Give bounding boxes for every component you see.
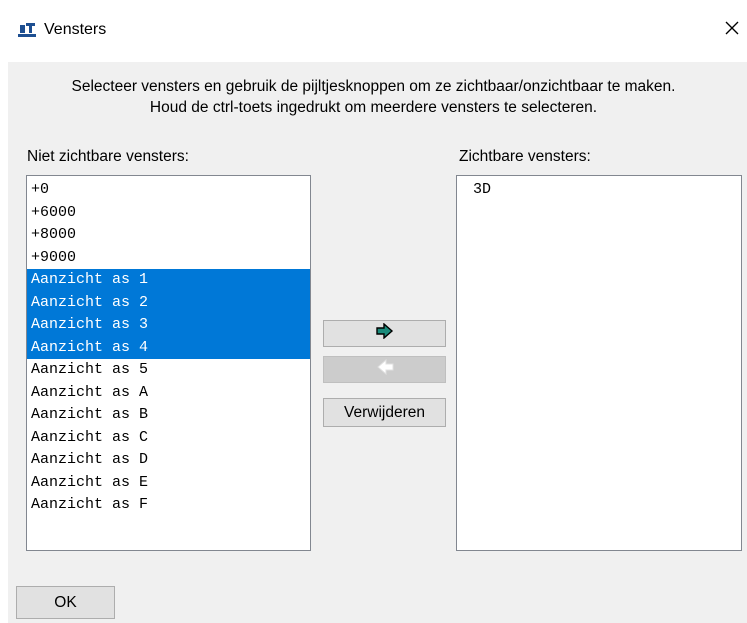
hidden-window-item[interactable]: Aanzicht as C [27, 427, 310, 450]
hidden-window-item[interactable]: +0 [27, 179, 310, 202]
instructions-line-1: Selecteer vensters en gebruik de pijltje… [71, 78, 676, 95]
window-title: Vensters [44, 21, 107, 38]
move-right-button[interactable] [323, 320, 446, 347]
hidden-window-item[interactable]: +9000 [27, 247, 310, 270]
hidden-window-item[interactable]: Aanzicht as 5 [27, 359, 310, 382]
hidden-window-item[interactable]: Aanzicht as B [27, 404, 310, 427]
hidden-window-item[interactable]: Aanzicht as D [27, 449, 310, 472]
visible-windows-label: Zichtbare vensters: [459, 148, 591, 165]
hidden-window-item[interactable]: Aanzicht as 1 [27, 269, 310, 292]
app-icon [18, 23, 36, 37]
hidden-window-item[interactable]: Aanzicht as F [27, 494, 310, 517]
instructions: Selecteer vensters en gebruik de pijltje… [8, 76, 739, 118]
hidden-window-item[interactable]: Aanzicht as E [27, 472, 310, 495]
visible-window-item[interactable]: 3D [457, 179, 741, 202]
hidden-windows-list[interactable]: +0 +6000 +8000 +9000 Aanzicht as 1 Aanzicht a… [26, 175, 311, 551]
hidden-window-item[interactable]: Aanzicht as 2 [27, 291, 310, 314]
hidden-window-item[interactable]: Aanzicht as 4 [27, 336, 310, 359]
visible-windows-list[interactable]: 3D [456, 175, 742, 551]
title-bar: Vensters [0, 0, 747, 62]
hidden-window-item[interactable]: Aanzicht as 3 [27, 314, 310, 337]
remove-button[interactable]: Verwijderen [323, 398, 446, 427]
dialog-body: Selecteer vensters en gebruik de pijltje… [8, 62, 747, 623]
hidden-windows-label: Niet zichtbare vensters: [27, 148, 189, 165]
arrow-right-icon [375, 322, 394, 344]
close-button[interactable] [717, 10, 747, 50]
hidden-window-item[interactable]: Aanzicht as A [27, 382, 310, 405]
close-icon [725, 21, 739, 39]
move-left-button[interactable] [323, 356, 446, 383]
instructions-line-2: Houd de ctrl-toets ingedrukt om meerdere… [149, 99, 598, 116]
arrow-left-icon [376, 358, 394, 380]
ok-button[interactable]: OK [16, 586, 115, 619]
hidden-window-item[interactable]: +8000 [27, 224, 310, 247]
hidden-window-item[interactable]: +6000 [27, 202, 310, 225]
